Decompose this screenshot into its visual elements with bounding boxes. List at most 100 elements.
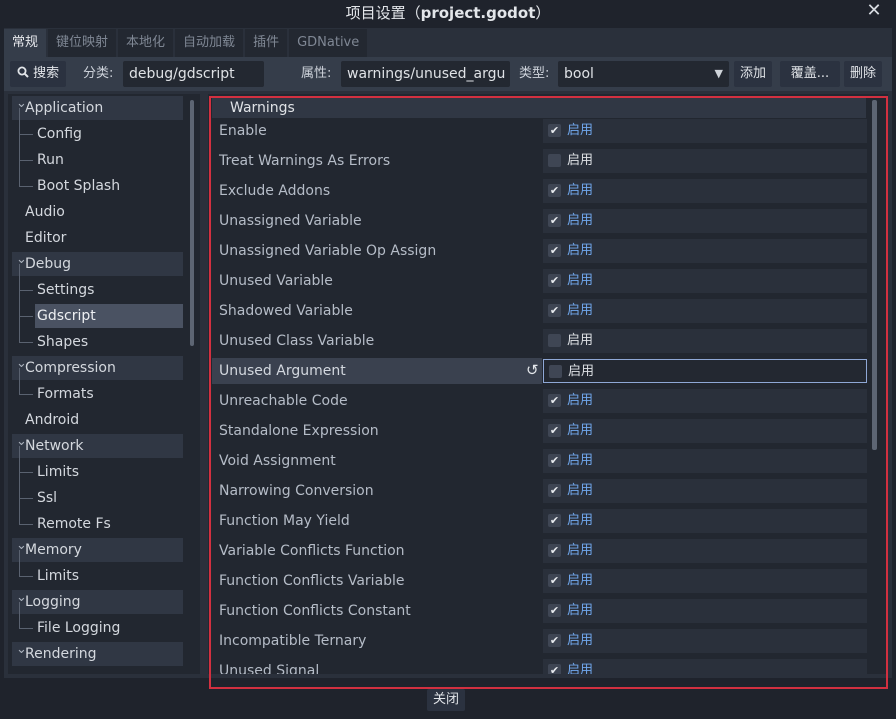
property-checkbox[interactable]: ✔ 启用 — [543, 659, 867, 674]
search-label: 搜索 — [33, 66, 60, 81]
tree-guide-line — [19, 576, 33, 577]
property-checkbox[interactable]: ✔ 启用 — [543, 569, 867, 593]
tab-2[interactable]: 本地化 — [118, 29, 174, 57]
checkbox-label: 启用 — [567, 663, 594, 674]
tree-guide-line — [19, 290, 20, 317]
checkbox-label: 启用 — [567, 123, 594, 138]
property-row: Function May Yield ✔ 启用 — [208, 508, 874, 538]
tree-item[interactable]: Remote Fs — [35, 512, 183, 536]
checkbox-unchecked-icon — [548, 154, 561, 167]
property-checkbox[interactable]: ✔ 启用 — [543, 119, 867, 143]
property-name: Variable Conflicts Function — [219, 543, 405, 559]
tree-item[interactable]: Limits — [35, 460, 183, 484]
property-checkbox[interactable]: ✔ 启用 — [543, 389, 867, 413]
tree-item[interactable]: ⌄ Logging — [12, 590, 183, 614]
inspector-scrollbar[interactable] — [872, 100, 877, 450]
tab-3[interactable]: 自动加载 — [175, 29, 244, 57]
tree-item[interactable]: ⌄ Application — [12, 96, 183, 120]
tree-item[interactable]: Boot Splash — [35, 174, 183, 198]
tree-item[interactable]: ⌄ Memory — [12, 538, 183, 562]
type-select[interactable]: bool ▼ — [558, 61, 729, 87]
tree-item[interactable]: Settings — [35, 278, 183, 302]
checkbox-label: 启用 — [567, 423, 594, 438]
checkbox-label: 启用 — [567, 183, 594, 198]
tree-item-label: Gdscript — [37, 308, 96, 324]
property-checkbox[interactable]: ✔ 启用 — [543, 209, 867, 233]
property-checkbox[interactable]: ✔ 启用 — [543, 449, 867, 473]
tree-item[interactable]: Shapes — [35, 330, 183, 354]
property-checkbox[interactable]: 启用 — [543, 359, 867, 383]
dialog-title: 项目设置（project.godot） — [0, 2, 896, 23]
chevron-down-icon[interactable]: ⌄ — [16, 94, 27, 116]
category-input[interactable]: debug/gdscript — [123, 61, 264, 87]
tab-4[interactable]: 插件 — [245, 29, 288, 57]
property-checkbox[interactable]: ✔ 启用 — [543, 269, 867, 293]
delete-button[interactable]: 删除 — [844, 61, 882, 87]
property-row: Standalone Expression ✔ 启用 — [208, 418, 874, 448]
property-checkbox[interactable]: ✔ 启用 — [543, 299, 867, 323]
property-checkbox[interactable]: ✔ 启用 — [543, 239, 867, 263]
tab-5[interactable]: GDNative — [289, 29, 368, 57]
tree-scrollbar[interactable] — [190, 100, 194, 346]
property-name-cell: Unused Class Variable — [212, 328, 542, 354]
tree-item[interactable]: ⌄ Debug — [12, 252, 183, 276]
override-button[interactable]: 覆盖... — [780, 61, 840, 87]
chevron-down-icon[interactable]: ⌄ — [16, 534, 27, 558]
tree-guide-line — [19, 550, 20, 577]
tree-item[interactable]: Gdscript — [35, 304, 183, 328]
tree-item-label: Compression — [25, 360, 116, 376]
search-button[interactable]: 搜索 — [10, 61, 66, 87]
property-checkbox[interactable]: 启用 — [543, 329, 867, 353]
tree-item[interactable]: ⌄ Rendering — [12, 642, 183, 666]
property-checkbox[interactable]: ✔ 启用 — [543, 539, 867, 563]
property-checkbox[interactable]: ✔ 启用 — [543, 509, 867, 533]
add-button[interactable]: 添加 — [734, 61, 772, 87]
tree-item[interactable]: Android — [12, 408, 183, 432]
title-suffix: ） — [535, 4, 551, 22]
chevron-down-icon[interactable]: ⌄ — [16, 586, 27, 610]
chevron-down-icon[interactable]: ⌄ — [16, 248, 27, 272]
property-row: Unused Argument ↺ 启用 — [208, 358, 874, 388]
chevron-down-icon[interactable]: ⌄ — [16, 638, 27, 662]
chevron-down-icon[interactable]: ⌄ — [16, 352, 27, 376]
search-icon — [17, 66, 29, 78]
tree-item[interactable]: Run — [35, 148, 183, 172]
tree-guide-line — [19, 472, 33, 473]
property-name-cell: Incompatible Ternary — [212, 628, 542, 654]
property-input[interactable]: warnings/unused_argu — [341, 61, 510, 87]
section-header-warnings[interactable]: Warnings — [212, 98, 866, 118]
property-checkbox[interactable]: ✔ 启用 — [543, 179, 867, 203]
property-name-cell: Unused Signal — [212, 658, 542, 674]
close-icon[interactable]: ✕ — [864, 0, 884, 22]
property-name: Unused Argument — [219, 363, 346, 379]
category-tree[interactable]: ⌄ Application Config Run Boot Splash Audio Edi… — [8, 94, 200, 674]
tree-item[interactable]: Limits — [35, 564, 183, 588]
tree-item[interactable]: Formats — [35, 382, 183, 406]
tab-1[interactable]: 键位映射 — [48, 29, 117, 57]
tree-item[interactable]: ⌄ Network — [12, 434, 183, 458]
property-checkbox[interactable]: ✔ 启用 — [543, 419, 867, 443]
property-checkbox[interactable]: ✔ 启用 — [543, 479, 867, 503]
tree-guide-line — [19, 524, 33, 525]
tree-item[interactable]: ⌄ Compression — [12, 356, 183, 380]
checkbox-unchecked-icon — [549, 365, 562, 378]
property-name: Exclude Addons — [219, 183, 331, 199]
revert-icon[interactable]: ↺ — [526, 361, 542, 379]
tree-guide-line — [19, 628, 33, 629]
checkbox-checked-icon: ✔ — [548, 124, 561, 137]
property-name-cell: Function Conflicts Variable — [212, 568, 542, 594]
property-checkbox[interactable]: ✔ 启用 — [543, 599, 867, 623]
property-name-cell: Narrowing Conversion — [212, 478, 542, 504]
tree-item[interactable]: File Logging — [35, 616, 183, 640]
tree-item[interactable]: Config — [35, 122, 183, 146]
close-button[interactable]: 关闭 — [427, 689, 465, 711]
tree-item[interactable]: Ssl — [35, 486, 183, 510]
tree-guide-line — [19, 134, 33, 135]
property-checkbox[interactable]: ✔ 启用 — [543, 629, 867, 653]
property-checkbox[interactable]: 启用 — [543, 149, 867, 173]
tree-item[interactable]: Audio — [12, 200, 183, 224]
chevron-down-icon[interactable]: ⌄ — [16, 430, 27, 454]
tree-guide-line — [19, 342, 33, 343]
tab-0[interactable]: 常规 — [4, 29, 47, 57]
tree-item[interactable]: Editor — [12, 226, 183, 250]
